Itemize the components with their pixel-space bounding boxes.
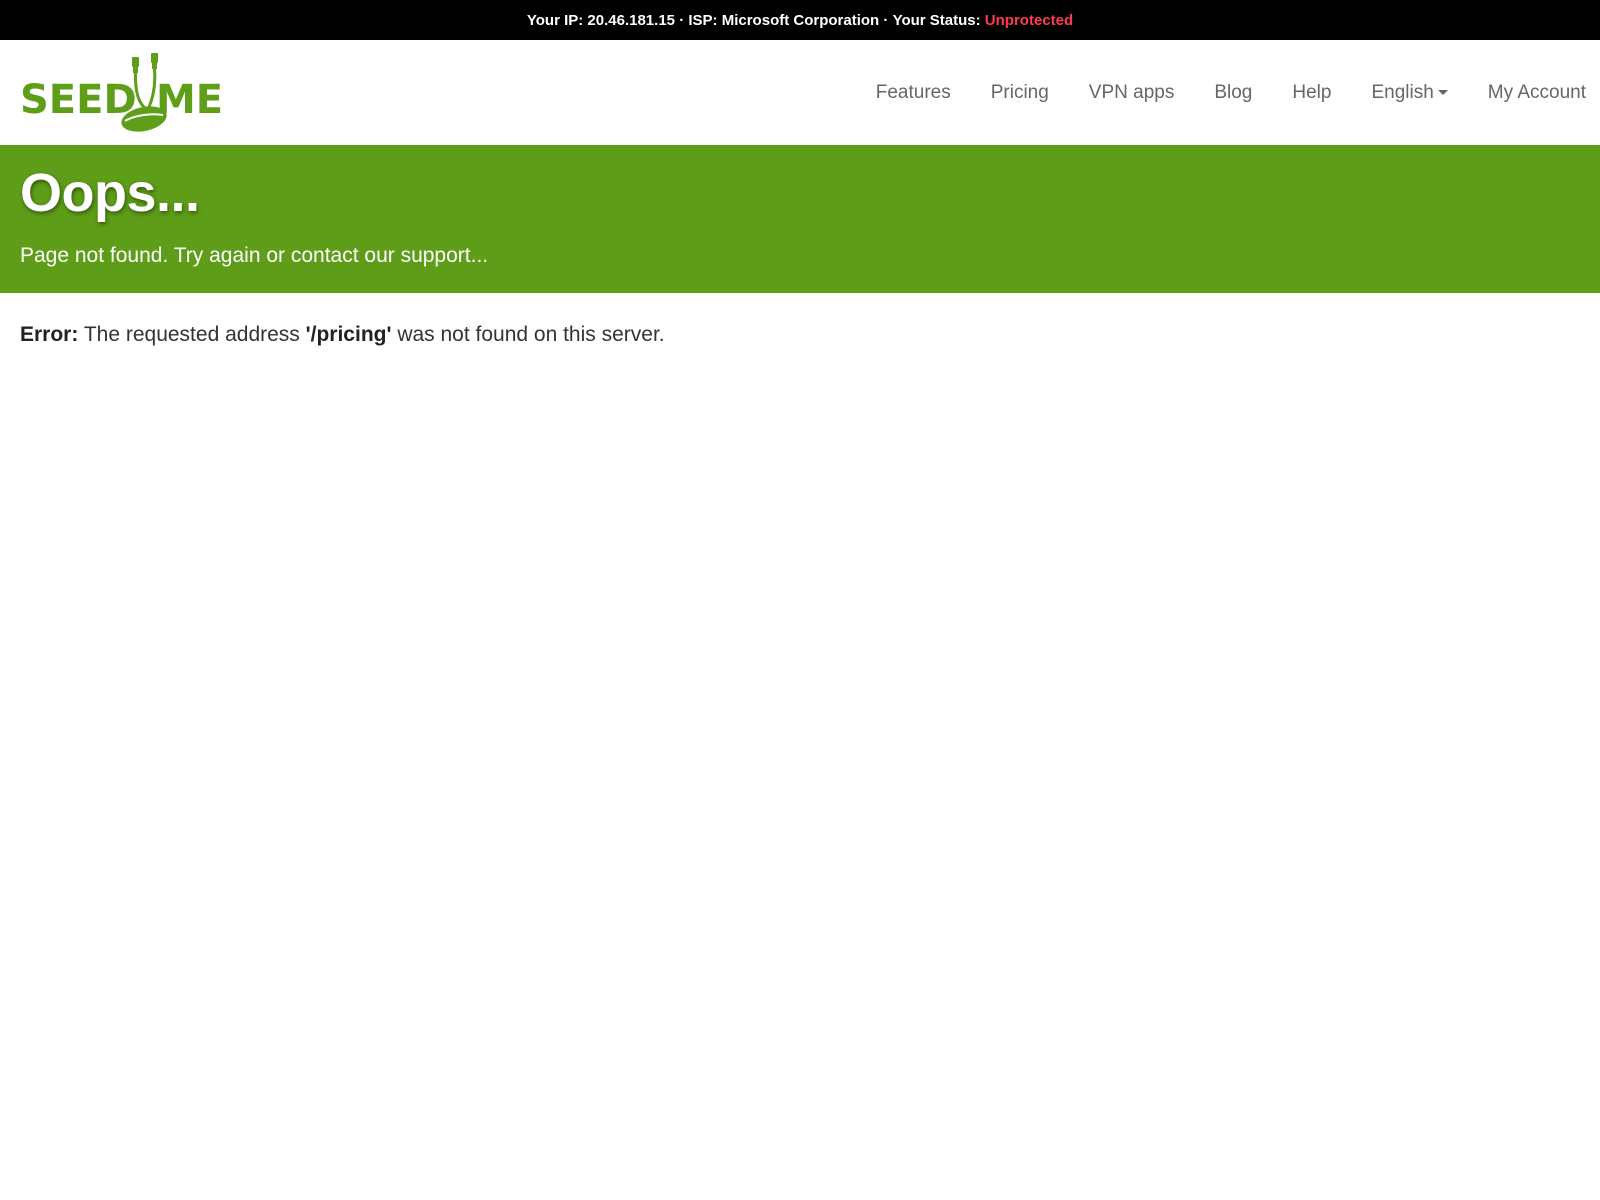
ip-status-bar: Your IP: 20.46.181.15 · ISP: Microsoft C… [0, 0, 1600, 40]
status-value: Unprotected [984, 11, 1074, 29]
caret-down-icon [1437, 90, 1448, 95]
error-label: Error: [20, 323, 79, 346]
ip-value: 20.46.181.15 [587, 11, 676, 29]
status-label: Your Status: [892, 11, 981, 29]
page-title: Oops... [20, 163, 200, 223]
nav-label: VPN apps [1088, 81, 1175, 103]
nav-label: Pricing [990, 81, 1049, 103]
nav-features[interactable]: Features [856, 40, 971, 145]
nav-my-account[interactable]: My Account [1468, 40, 1586, 145]
logo-text-left: SEED [20, 77, 137, 123]
main-nav: Features Pricing VPN apps Blog Help Engl… [856, 40, 1586, 145]
separator: · [679, 11, 685, 29]
separator: · [883, 11, 889, 29]
page-subtitle: Page not found. Try again or contact our… [20, 244, 489, 267]
ip-label: Your IP: [526, 11, 584, 29]
isp-label: ISP: [688, 11, 718, 29]
nav-blog[interactable]: Blog [1194, 40, 1272, 145]
error-banner: Oops... Page not found. Try again or con… [0, 145, 1600, 293]
error-message: Error: The requested address '/pricing' … [0, 293, 1600, 377]
nav-vpn-apps[interactable]: VPN apps [1069, 40, 1195, 145]
nav-help[interactable]: Help [1272, 40, 1351, 145]
nav-label: My Account [1487, 81, 1586, 103]
site-header: SEED ME Features Pricing VPN apps Blog H… [0, 40, 1600, 145]
seed-plug-icon: SEED ME [20, 52, 223, 132]
nav-label: English [1371, 81, 1434, 103]
language-dropdown[interactable]: English [1351, 40, 1467, 145]
isp-value: Microsoft Corporation [721, 11, 880, 29]
error-text-before: The requested address [83, 323, 300, 346]
error-text-after: was not found on this server. [397, 323, 665, 346]
nav-pricing[interactable]: Pricing [971, 40, 1069, 145]
nav-label: Features [875, 81, 951, 103]
nav-label: Blog [1214, 81, 1253, 103]
seed4me-logo[interactable]: SEED ME [20, 48, 225, 138]
error-path: '/pricing' [305, 323, 392, 346]
nav-label: Help [1292, 81, 1332, 103]
